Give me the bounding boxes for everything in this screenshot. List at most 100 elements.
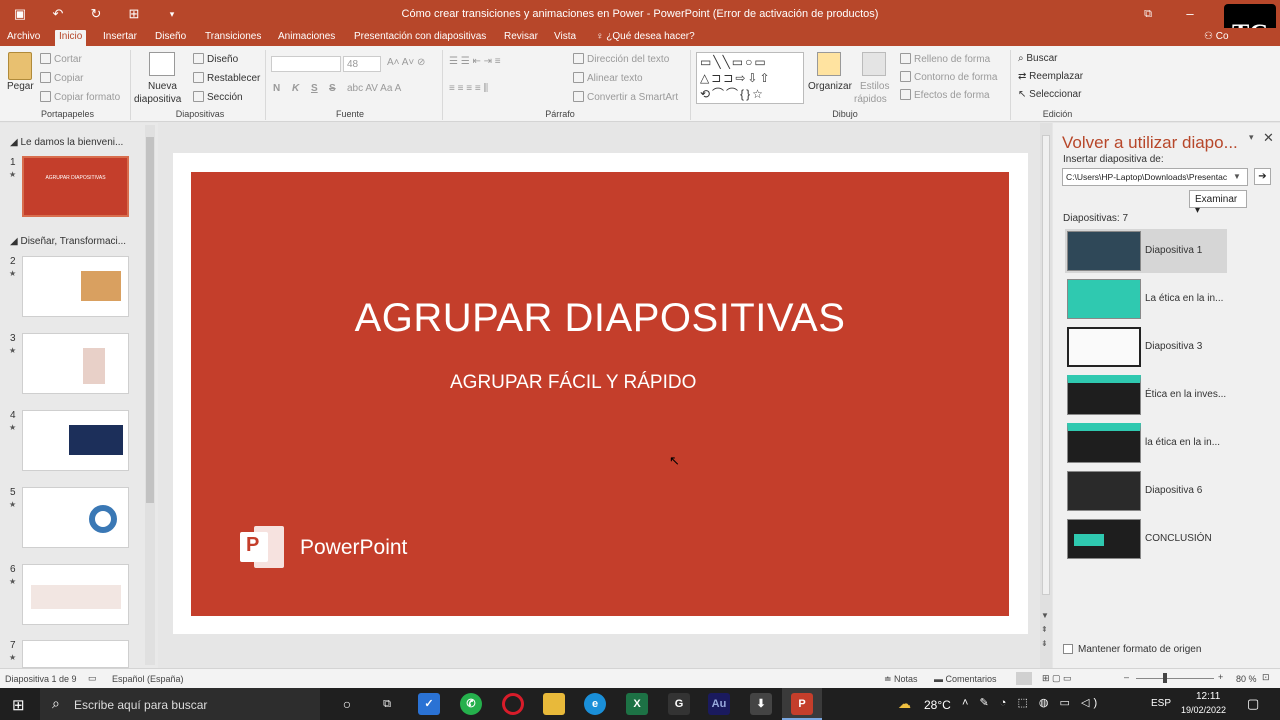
smartart-button[interactable]: Convertir a SmartArt	[573, 91, 678, 103]
tab-archivo[interactable]: Archivo	[3, 30, 44, 46]
clock-time[interactable]: 12:11	[1196, 691, 1220, 702]
paste-icon[interactable]	[8, 52, 32, 80]
tray-icons[interactable]: ˄ ✎ ◔ ⬚ ◍ ▭ ◁)	[962, 696, 1101, 709]
reset-button[interactable]: Restablecer	[193, 72, 260, 84]
section-header-2[interactable]: ◢ Diseñar, Transformaci...	[10, 236, 126, 247]
zoom-slider-thumb[interactable]	[1163, 673, 1167, 683]
font-size-select[interactable]: 48	[343, 56, 381, 72]
layout-button[interactable]: Diseño	[193, 53, 238, 65]
file-explorer-icon[interactable]	[543, 693, 565, 715]
edge-icon[interactable]: e	[584, 693, 606, 715]
thumbnail-slide-5[interactable]	[22, 487, 129, 548]
installer-icon[interactable]: ⬇	[750, 693, 772, 715]
cut-button[interactable]: Cortar	[40, 53, 82, 65]
canvas-scrollbar-thumb[interactable]	[1042, 135, 1050, 595]
zoom-slider[interactable]	[1136, 678, 1214, 679]
comments-button[interactable]: ▬ Comentarios	[934, 674, 997, 684]
tab-diseno[interactable]: Diseño	[151, 30, 190, 46]
thumbnail-slide-2[interactable]	[22, 256, 129, 317]
zoom-in-icon[interactable]: +	[1218, 672, 1223, 682]
bullets-icon[interactable]: ☰ ☰ ⇤ ⇥ ≡	[449, 56, 501, 67]
paste-button[interactable]: Pegar	[7, 81, 34, 92]
tab-transiciones[interactable]: Transiciones	[201, 30, 265, 46]
browse-button[interactable]: Examinar ▾	[1189, 190, 1247, 216]
file-path-input[interactable]: C:\Users\HP-Laptop\Downloads\Presentac	[1062, 168, 1248, 186]
prev-slide-icon[interactable]: ⇞	[1041, 625, 1048, 634]
fit-slide-icon[interactable]: ⊡	[1262, 672, 1270, 683]
excel-icon[interactable]: X	[626, 693, 648, 715]
windows-start-icon[interactable]: ⊞	[12, 696, 25, 714]
tab-presentacion[interactable]: Presentación con diapositivas	[350, 30, 490, 46]
todo-app-icon[interactable]: ✓	[418, 693, 440, 715]
taskbar-search[interactable]: ⌕ Escribe aquí para buscar	[40, 688, 320, 720]
font-more-icons[interactable]: abc AV Aa A	[347, 83, 401, 94]
reuse-item-2[interactable]: La ética en la in...	[1065, 277, 1279, 321]
select-button[interactable]: ↖ Seleccionar	[1018, 89, 1081, 100]
keep-format-checkbox[interactable]	[1063, 644, 1073, 654]
reuse-item-7[interactable]: CONCLUSIÓN	[1065, 517, 1279, 561]
strike-button[interactable]: S	[329, 83, 336, 94]
new-slide-label-2[interactable]: diapositiva	[134, 94, 181, 105]
cortana-icon[interactable]: ○	[336, 693, 358, 715]
notes-button[interactable]: ≐ Notas	[884, 674, 918, 685]
reuse-item-5[interactable]: la ética en la in...	[1065, 421, 1279, 465]
section-header-1[interactable]: ◢ Le damos la bienveni...	[10, 137, 123, 148]
align-text-button[interactable]: Alinear texto	[573, 72, 643, 84]
shape-effects-button[interactable]: Efectos de forma	[900, 89, 990, 101]
powerpoint-taskbar-item[interactable]: P	[782, 688, 822, 720]
account-button[interactable]: ⚇ Co	[1200, 30, 1233, 46]
weather-icon[interactable]: ☁	[898, 696, 911, 712]
thumbnail-slide-4[interactable]	[22, 410, 129, 471]
tab-vista[interactable]: Vista	[550, 30, 580, 46]
section-button[interactable]: Sección	[193, 91, 243, 103]
arrange-icon[interactable]	[817, 52, 841, 76]
ribbon-display-icon[interactable]: ⧉	[1138, 5, 1158, 23]
reuse-item-6[interactable]: Diapositiva 6	[1065, 469, 1279, 513]
close-icon[interactable]: ✕	[1263, 130, 1274, 146]
opera-icon[interactable]	[502, 693, 524, 715]
clock-date[interactable]: 19/02/2022	[1181, 705, 1226, 715]
tab-animaciones[interactable]: Animaciones	[274, 30, 339, 46]
copy-button[interactable]: Copiar	[40, 72, 83, 84]
thumbnail-slide-3[interactable]	[22, 333, 129, 394]
find-button[interactable]: ⌕ Buscar	[1018, 53, 1058, 64]
dropdown-arrow-icon[interactable]: ▼	[1233, 172, 1241, 181]
thumbnail-slide-1[interactable]: AGRUPAR DIAPOSITIVAS	[22, 156, 129, 217]
quick-styles-label-2[interactable]: rápidos	[854, 94, 887, 105]
arrange-button[interactable]: Organizar	[808, 81, 852, 92]
zoom-level[interactable]: 80 %	[1236, 674, 1257, 684]
underline-button[interactable]: S	[311, 83, 318, 94]
pane-options-icon[interactable]: ▾	[1249, 132, 1254, 143]
language-status[interactable]: Español (España)	[112, 674, 184, 684]
shape-fill-button[interactable]: Relleno de forma	[900, 53, 990, 65]
go-arrow-icon[interactable]: ➔	[1254, 168, 1271, 185]
minimize-icon[interactable]: –	[1180, 5, 1200, 23]
thumbnail-slide-6[interactable]	[22, 564, 129, 625]
slide-subtitle[interactable]: AGRUPAR FÁCIL Y RÁPIDO	[450, 372, 696, 394]
align-icons[interactable]: ≡ ≡ ≡ ≡ ⫼	[449, 83, 488, 94]
format-painter-button[interactable]: Copiar formato	[40, 91, 120, 103]
new-slide-label[interactable]: Nueva	[148, 81, 177, 92]
tab-revisar[interactable]: Revisar	[500, 30, 542, 46]
new-slide-icon[interactable]	[149, 52, 175, 76]
input-language[interactable]: ESP	[1151, 698, 1171, 709]
notifications-icon[interactable]: ▢	[1247, 696, 1259, 712]
task-view-icon[interactable]: ⧉	[376, 693, 398, 715]
scrollbar-thumb[interactable]	[146, 137, 154, 503]
slide-title[interactable]: AGRUPAR DIAPOSITIVAS	[191, 296, 1009, 341]
italic-button[interactable]: K	[292, 83, 299, 94]
normal-view-icon[interactable]	[1016, 672, 1032, 685]
audition-icon[interactable]: Au	[708, 693, 730, 715]
whatsapp-icon[interactable]: ✆	[460, 693, 482, 715]
scroll-down-icon[interactable]: ▼	[1041, 611, 1049, 620]
reuse-item-3[interactable]: Diapositiva 3	[1065, 325, 1279, 369]
tab-inicio[interactable]: Inicio	[55, 30, 87, 46]
tell-me-box[interactable]: ♀ ¿Qué desea hacer?	[592, 30, 699, 46]
current-slide[interactable]: AGRUPAR DIAPOSITIVAS AGRUPAR FÁCIL Y RÁP…	[191, 172, 1009, 616]
bold-button[interactable]: N	[273, 83, 280, 94]
next-slide-icon[interactable]: ⇟	[1041, 639, 1048, 648]
proofing-icon[interactable]: ▭	[88, 673, 97, 684]
font-family-select[interactable]	[271, 56, 341, 72]
replace-button[interactable]: ⇄ Reemplazar	[1018, 71, 1083, 82]
reuse-item-1[interactable]: Diapositiva 1	[1065, 229, 1227, 273]
